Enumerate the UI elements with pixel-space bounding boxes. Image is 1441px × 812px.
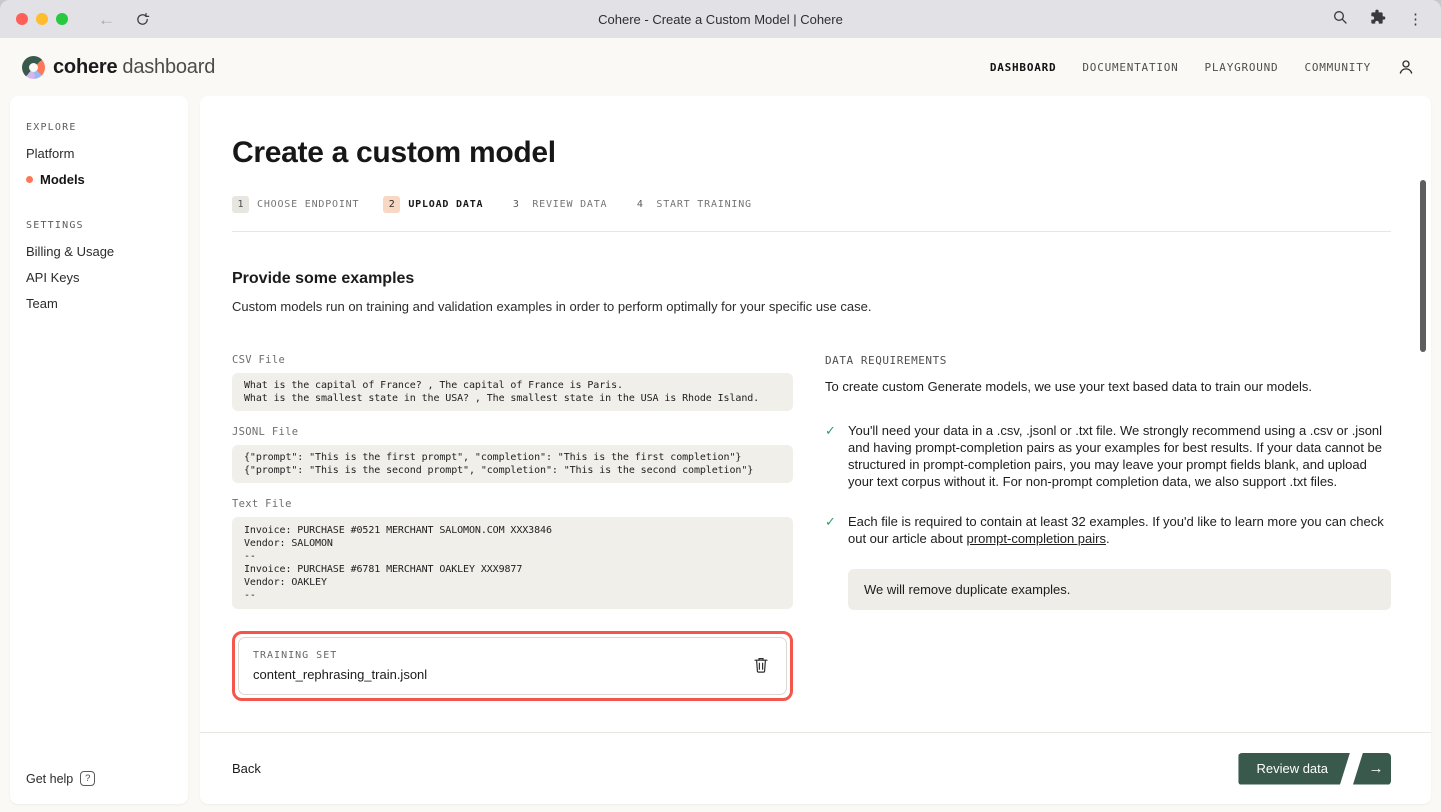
footer-bar: Back Review data → (200, 732, 1431, 804)
browser-chrome: ← Cohere - Create a Custom Model | Coher… (0, 0, 1441, 38)
close-window-button[interactable] (16, 13, 28, 25)
sidebar-item-api-keys[interactable]: API Keys (26, 270, 172, 285)
page: coheredashboard DASHBOARD DOCUMENTATION … (0, 38, 1441, 812)
section-subtitle: Custom models run on training and valida… (232, 299, 1391, 314)
brand-name: cohere (53, 56, 117, 78)
review-data-button-group: Review data → (1238, 753, 1391, 785)
browser-menu-icon[interactable]: ⋮ (1408, 12, 1423, 27)
get-help-label: Get help (26, 772, 73, 786)
nav-documentation[interactable]: DOCUMENTATION (1082, 61, 1178, 74)
prompt-completion-pairs-link[interactable]: prompt-completion pairs (967, 531, 1106, 546)
step-review-data[interactable]: 3 REVIEW DATA (507, 196, 607, 213)
trash-icon (754, 657, 768, 676)
section-heading: Provide some examples (232, 270, 1391, 288)
requirement-text: You'll need your data in a .csv, .jsonl … (848, 422, 1391, 491)
stepper: 1 CHOOSE ENDPOINT 2 UPLOAD DATA 3 REVIEW… (232, 196, 1391, 213)
content-row: EXPLORE Platform Models SETTINGS Billing… (0, 96, 1441, 812)
data-requirements-intro: To create custom Generate models, we use… (825, 379, 1391, 394)
sidebar-item-label: Models (40, 172, 85, 187)
brand-suffix: dashboard (122, 56, 215, 78)
check-icon: ✓ (825, 513, 838, 547)
step-upload-data[interactable]: 2 UPLOAD DATA (383, 196, 483, 213)
main-content: Create a custom model 1 CHOOSE ENDPOINT … (200, 96, 1431, 732)
nav-community[interactable]: COMMUNITY (1304, 61, 1371, 74)
divider (232, 231, 1391, 232)
get-help-link[interactable]: Get help ? (26, 771, 95, 786)
text-file-label: Text File (232, 498, 793, 510)
extensions-icon[interactable] (1370, 9, 1386, 30)
requirement-item-min-examples: ✓ Each file is required to contain at le… (825, 513, 1391, 547)
step-label: START TRAINING (656, 199, 752, 210)
minimize-window-button[interactable] (36, 13, 48, 25)
jsonl-file-label: JSONL File (232, 426, 793, 438)
sidebar-section-explore: EXPLORE (26, 122, 172, 133)
browser-back-button[interactable]: ← (98, 11, 115, 28)
check-icon: ✓ (825, 422, 838, 491)
cohere-logo-icon[interactable] (22, 56, 45, 79)
active-item-dot-icon (26, 176, 33, 183)
window-controls (16, 13, 68, 25)
app-header: coheredashboard DASHBOARD DOCUMENTATION … (0, 38, 1441, 96)
step-number: 1 (232, 196, 249, 213)
nav-playground[interactable]: PLAYGROUND (1205, 61, 1279, 74)
browser-reload-button[interactable] (135, 12, 150, 27)
training-set-info: TRAINING SET content_rephrasing_train.js… (253, 650, 427, 682)
browser-window: ← Cohere - Create a Custom Model | Coher… (0, 0, 1441, 812)
jsonl-example-block: {"prompt": "This is the first prompt", "… (232, 445, 793, 483)
help-icon: ? (80, 771, 95, 786)
duplicate-examples-note: We will remove duplicate examples. (848, 569, 1391, 610)
sidebar-item-models[interactable]: Models (26, 172, 172, 187)
data-requirements-title: DATA REQUIREMENTS (825, 354, 1391, 367)
sidebar-item-platform[interactable]: Platform (26, 146, 172, 161)
sidebar-item-label: Team (26, 296, 58, 311)
training-set-filename: content_rephrasing_train.jsonl (253, 667, 427, 682)
sidebar-item-billing-usage[interactable]: Billing & Usage (26, 244, 172, 259)
training-set-upload-highlight: TRAINING SET content_rephrasing_train.js… (232, 631, 793, 701)
delete-file-button[interactable] (750, 653, 772, 680)
csv-example-block: What is the capital of France? , The cap… (232, 373, 793, 411)
csv-file-label: CSV File (232, 354, 793, 366)
nav-dashboard[interactable]: DASHBOARD (990, 61, 1057, 74)
back-button[interactable]: Back (232, 761, 261, 776)
search-icon[interactable] (1332, 9, 1348, 30)
review-data-button[interactable]: Review data (1238, 753, 1350, 785)
sidebar-item-label: API Keys (26, 270, 79, 285)
step-choose-endpoint[interactable]: 1 CHOOSE ENDPOINT (232, 196, 359, 213)
requirement-item-file-types: ✓ You'll need your data in a .csv, .json… (825, 422, 1391, 491)
step-start-training[interactable]: 4 START TRAINING (631, 196, 752, 213)
step-label: CHOOSE ENDPOINT (257, 199, 359, 210)
top-nav: DASHBOARD DOCUMENTATION PLAYGROUND COMMU… (990, 61, 1371, 74)
requirements-column: DATA REQUIREMENTS To create custom Gener… (825, 354, 1391, 701)
scrollbar-thumb[interactable] (1420, 180, 1426, 352)
step-label: REVIEW DATA (532, 199, 607, 210)
step-number: 2 (383, 196, 400, 213)
maximize-window-button[interactable] (56, 13, 68, 25)
browser-toolbar-right: ⋮ (1332, 9, 1423, 30)
step-label: UPLOAD DATA (408, 199, 483, 210)
page-title: Create a custom model (232, 136, 1391, 170)
sidebar-section-settings: SETTINGS (26, 220, 172, 231)
main-panel: Create a custom model 1 CHOOSE ENDPOINT … (200, 96, 1431, 804)
brand-wordmark[interactable]: coheredashboard (53, 56, 215, 79)
text-example-block: Invoice: PURCHASE #0521 MERCHANT SALOMON… (232, 517, 793, 609)
training-set-upload-box: TRAINING SET content_rephrasing_train.js… (238, 637, 787, 695)
sidebar-item-team[interactable]: Team (26, 296, 172, 311)
account-icon[interactable] (1397, 58, 1415, 76)
arrow-right-icon: → (1369, 760, 1384, 777)
sidebar-item-label: Billing & Usage (26, 244, 114, 259)
requirement-text: Each file is required to contain at leas… (848, 513, 1391, 547)
step-number: 3 (507, 196, 524, 213)
sidebar-item-label: Platform (26, 146, 74, 161)
step-number: 4 (631, 196, 648, 213)
sidebar: EXPLORE Platform Models SETTINGS Billing… (10, 96, 188, 804)
training-set-label: TRAINING SET (253, 650, 427, 661)
review-data-arrow-button[interactable]: → (1353, 753, 1391, 785)
examples-column: CSV File What is the capital of France? … (232, 354, 793, 701)
browser-tab-title: Cohere - Create a Custom Model | Cohere (0, 12, 1441, 27)
